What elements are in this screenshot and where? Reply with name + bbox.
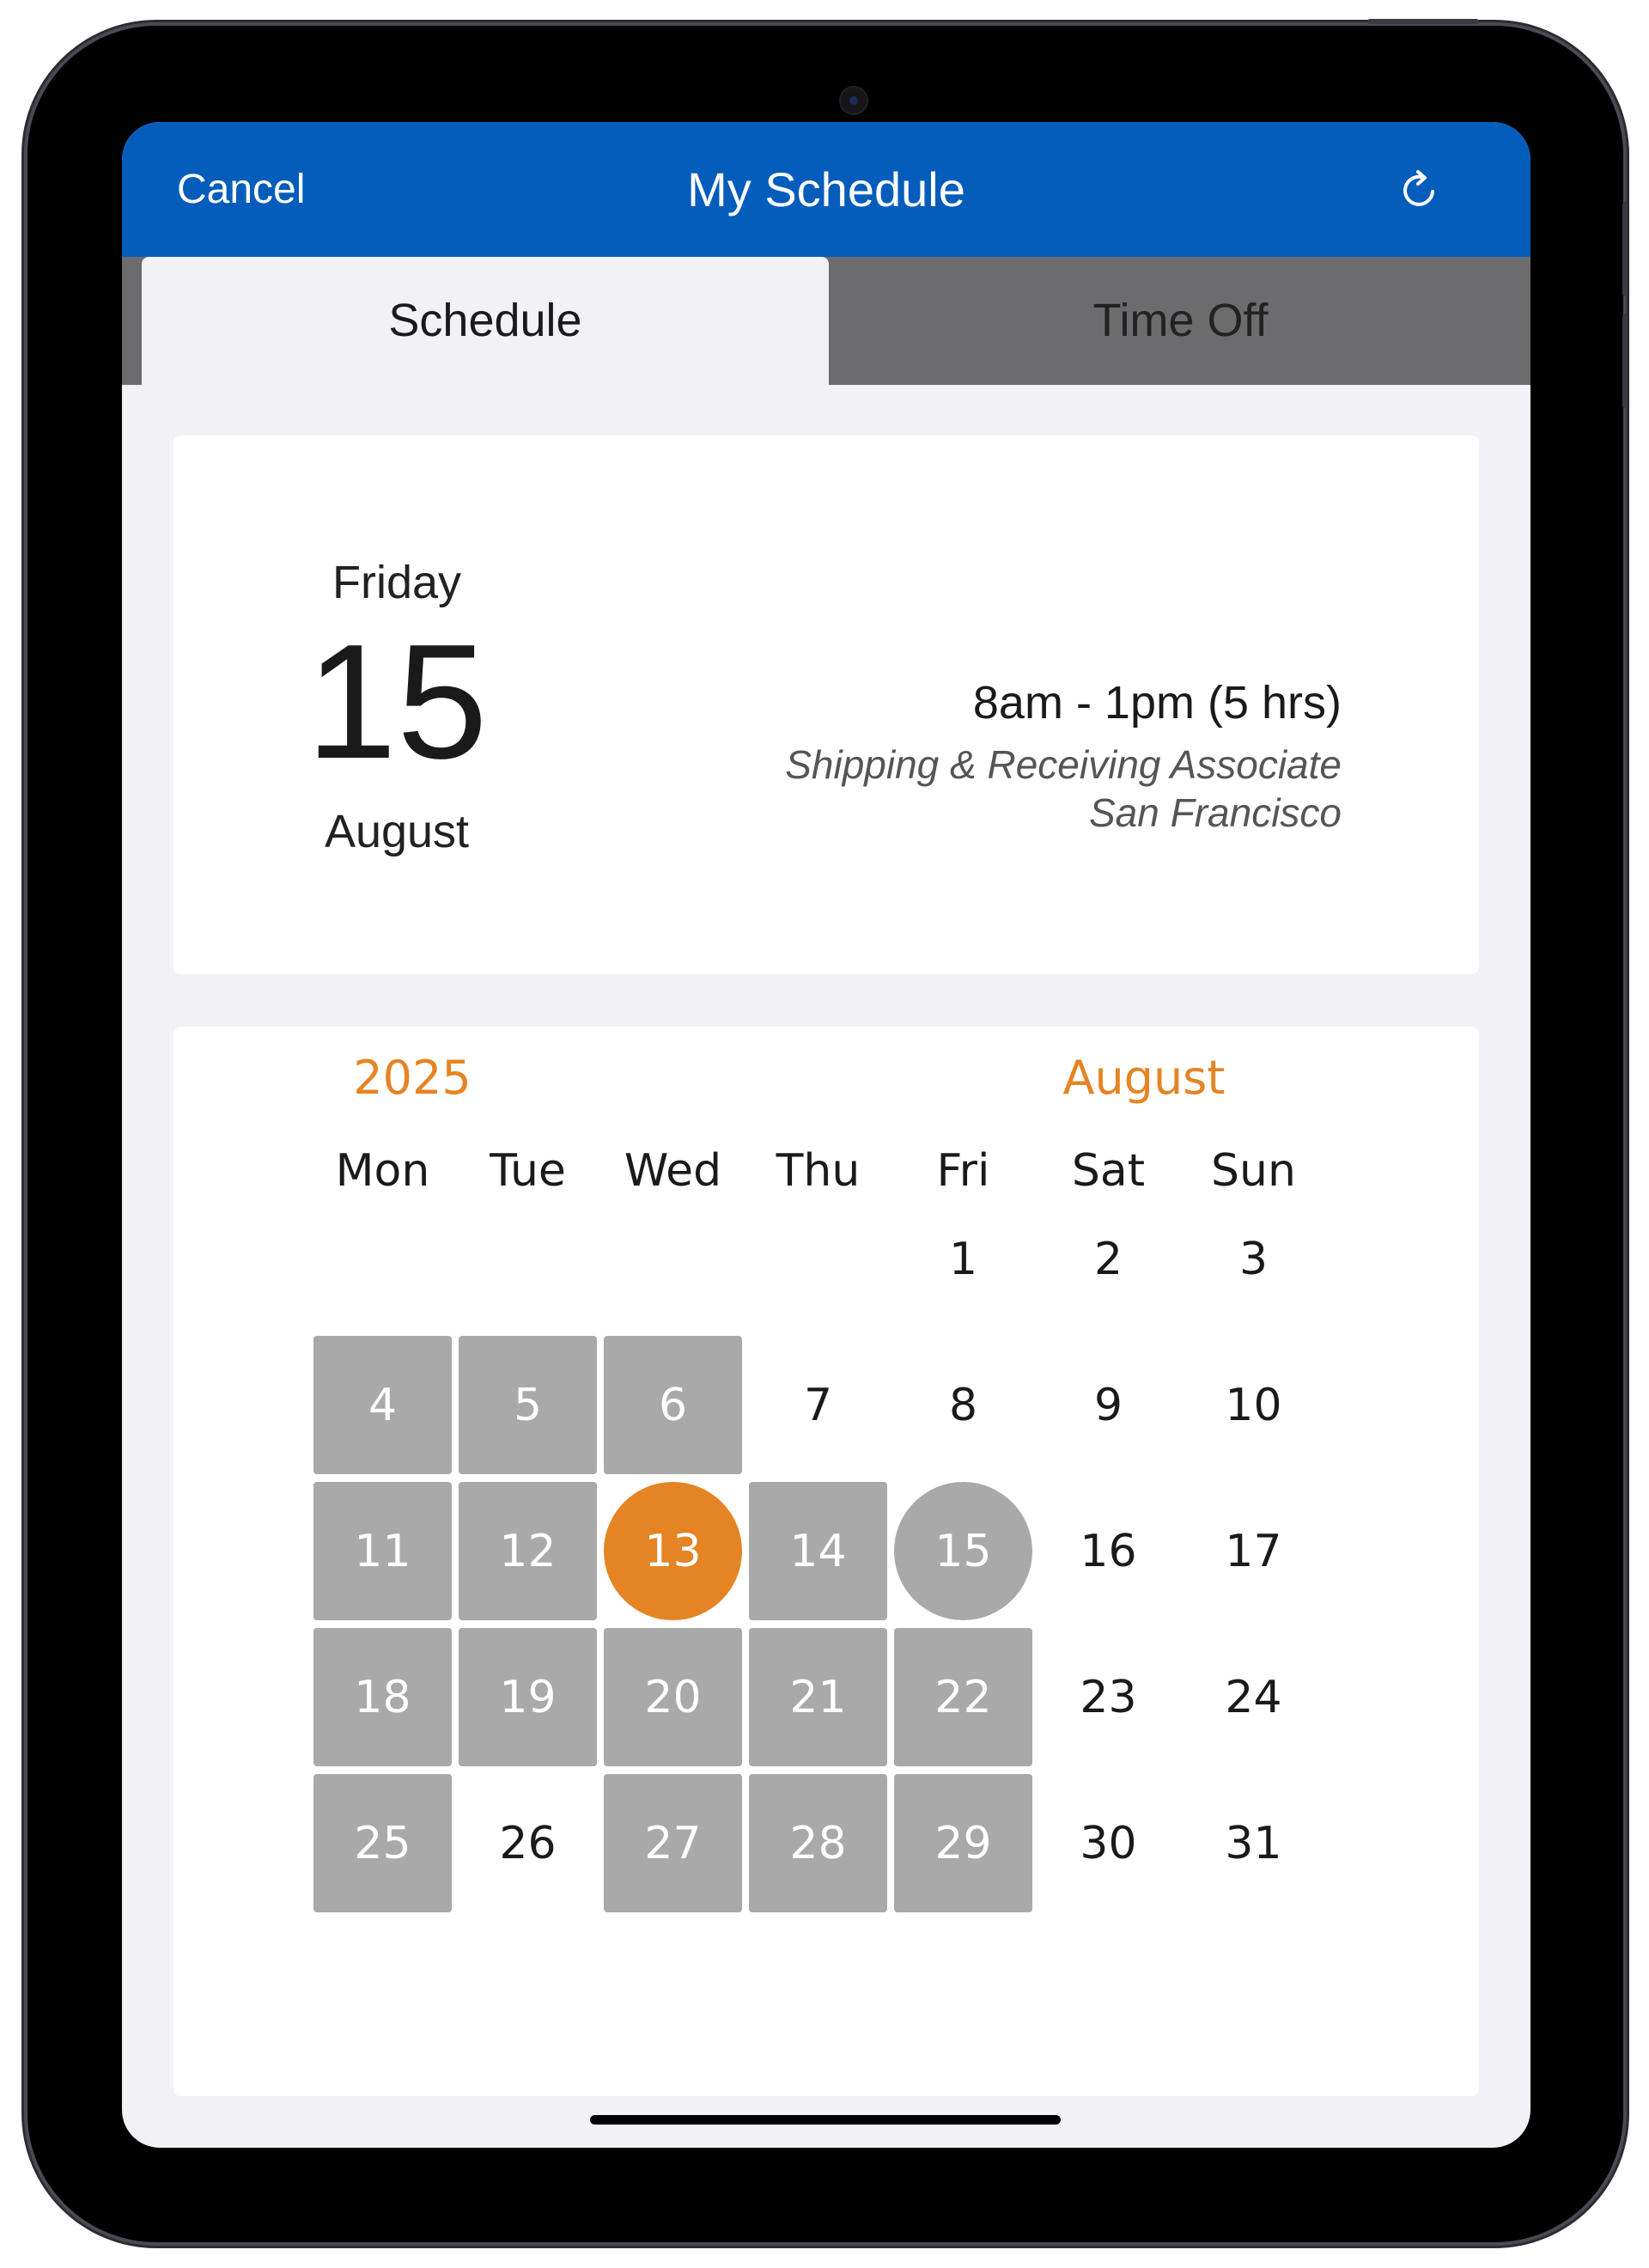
calendar-day-16[interactable]: 16 bbox=[1039, 1482, 1177, 1620]
weekday-wed: Wed bbox=[624, 1145, 722, 1197]
calendar-day-17[interactable]: 17 bbox=[1184, 1482, 1323, 1620]
top-button bbox=[1367, 19, 1479, 24]
calendar-day-25[interactable]: 25 bbox=[313, 1774, 452, 1912]
tab-time-off[interactable]: Time Off bbox=[831, 257, 1530, 385]
volume-down-button bbox=[1622, 314, 1628, 408]
calendar-day-2[interactable]: 2 bbox=[1039, 1190, 1177, 1328]
calendar-day-6[interactable]: 6 bbox=[604, 1336, 742, 1474]
front-camera bbox=[839, 86, 868, 115]
navigation-bar: Cancel My Schedule bbox=[122, 122, 1530, 257]
calendar-day-15[interactable]: 15 bbox=[894, 1482, 1032, 1620]
calendar-day-30[interactable]: 30 bbox=[1039, 1774, 1177, 1912]
tab-schedule[interactable]: Schedule bbox=[142, 257, 829, 385]
calendar-day-8[interactable]: 8 bbox=[894, 1336, 1032, 1474]
calendar-day-7[interactable]: 7 bbox=[749, 1336, 887, 1474]
weekday-mon: Mon bbox=[335, 1145, 430, 1197]
shift-time: 8am - 1pm (5 hrs) bbox=[972, 677, 1342, 729]
calendar-day-19[interactable]: 19 bbox=[459, 1628, 597, 1766]
calendar-month[interactable]: August bbox=[1032, 1051, 1256, 1105]
weekday-fri: Fri bbox=[936, 1145, 990, 1197]
calendar-day-28[interactable]: 28 bbox=[749, 1774, 887, 1912]
home-indicator[interactable] bbox=[590, 2115, 1061, 2125]
calendar-day-5[interactable]: 5 bbox=[459, 1336, 597, 1474]
calendar-day-11[interactable]: 11 bbox=[313, 1482, 452, 1620]
app-screen: Cancel My Schedule Schedule Time Off Fri… bbox=[122, 122, 1530, 2148]
calendar-day-12[interactable]: 12 bbox=[459, 1482, 597, 1620]
calendar-year[interactable]: 2025 bbox=[301, 1051, 524, 1105]
shift-role: Shipping & Receiving Associate bbox=[785, 742, 1342, 787]
shift-month: August bbox=[324, 806, 470, 857]
calendar-day-26[interactable]: 26 bbox=[459, 1774, 597, 1912]
calendar-day-23[interactable]: 23 bbox=[1039, 1628, 1177, 1766]
calendar-day-22[interactable]: 22 bbox=[894, 1628, 1032, 1766]
calendar-day-29[interactable]: 29 bbox=[894, 1774, 1032, 1912]
refresh-icon[interactable] bbox=[1393, 163, 1445, 215]
calendar-day-31[interactable]: 31 bbox=[1184, 1774, 1323, 1912]
weekday-sat: Sat bbox=[1071, 1145, 1146, 1197]
calendar-day-14[interactable]: 14 bbox=[749, 1482, 887, 1620]
calendar-day-10[interactable]: 10 bbox=[1184, 1336, 1323, 1474]
calendar-day-1[interactable]: 1 bbox=[894, 1190, 1032, 1328]
weekday-tue: Tue bbox=[490, 1145, 566, 1197]
calendar-day-3[interactable]: 3 bbox=[1184, 1190, 1323, 1328]
calendar-day-18[interactable]: 18 bbox=[313, 1628, 452, 1766]
weekday-thu: Thu bbox=[776, 1145, 861, 1197]
shift-weekday: Friday bbox=[332, 557, 462, 608]
segmented-tabs: Schedule Time Off bbox=[122, 257, 1530, 385]
page-title: My Schedule bbox=[687, 162, 965, 216]
calendar-day-24[interactable]: 24 bbox=[1184, 1628, 1323, 1766]
calendar-card: 2025 August Mon Tue Wed Thu Fri Sat Sun 1 2 3 4 5 6 7… bbox=[173, 1027, 1479, 2096]
calendar-day-21[interactable]: 21 bbox=[749, 1628, 887, 1766]
calendar-day-20[interactable]: 20 bbox=[604, 1628, 742, 1766]
volume-up-button bbox=[1622, 202, 1628, 296]
calendar-day-27[interactable]: 27 bbox=[604, 1774, 742, 1912]
shift-detail-card: Friday 15 August 8am - 1pm (5 hrs) Shipp… bbox=[173, 436, 1479, 974]
calendar-day-13[interactable]: 13 bbox=[604, 1482, 742, 1620]
calendar-day-9[interactable]: 9 bbox=[1039, 1336, 1177, 1474]
shift-day-number: 15 bbox=[306, 611, 488, 793]
calendar-day-4[interactable]: 4 bbox=[313, 1336, 452, 1474]
shift-location: San Francisco bbox=[1088, 790, 1342, 835]
weekday-sun: Sun bbox=[1211, 1145, 1296, 1197]
